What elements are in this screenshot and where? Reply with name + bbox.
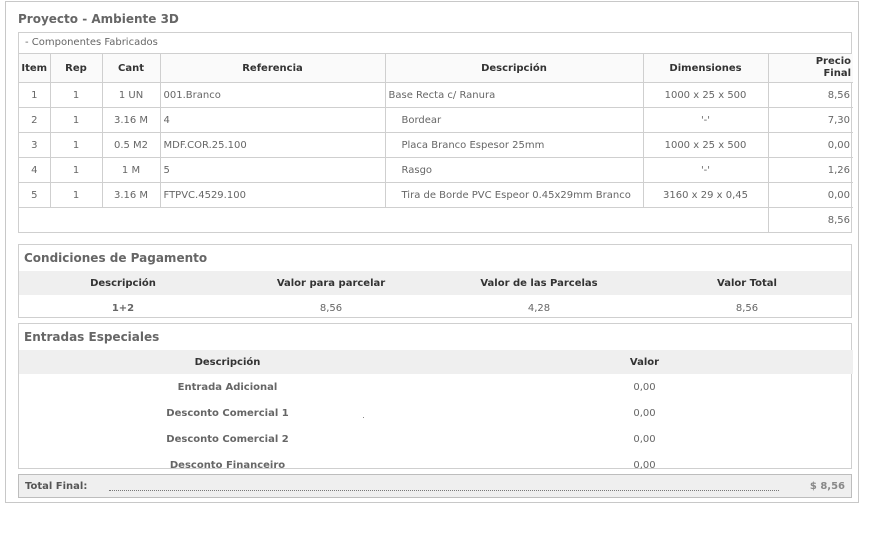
- special-desc: Desconto Comercial 1: [166, 407, 289, 419]
- cell-dim: '-': [642, 107, 769, 133]
- special-entries-panel: Entradas Especiales Descripción Valor En…: [18, 323, 853, 471]
- special-valor: 0,00: [633, 433, 656, 445]
- components-section-label[interactable]: - Componentes Fabricados: [19, 33, 851, 54]
- col-header-valor-total: Valor Total: [643, 271, 851, 295]
- table-row: 1+2 8,56 4,28 8,56: [19, 295, 851, 321]
- special-valor: 0,00: [633, 407, 656, 419]
- stray-dot: [363, 417, 364, 418]
- cell-cant: 3.16 M: [101, 182, 161, 208]
- cell-rep: 1: [49, 107, 103, 133]
- cell-cant: 1 M: [101, 157, 161, 183]
- table-header-row: Descripción Valor: [19, 350, 853, 374]
- table-row: Desconto Comercial 2 0,00: [19, 426, 853, 452]
- special-valor: 0,00: [633, 381, 656, 393]
- project-panel: Proyecto - Ambiente 3D - Componentes Fab…: [5, 1, 859, 503]
- payment-table: Descripción Valor para parcelar Valor de…: [19, 271, 851, 321]
- total-final-label: Total Final:: [25, 481, 88, 492]
- table-row: Entrada Adicional 0,00: [19, 374, 853, 400]
- cell-price: 0,00: [767, 182, 853, 208]
- cell-ref: 4: [159, 107, 386, 133]
- table-row: 2 1 3.16 M 4 Bordear '-' 7,30: [19, 107, 853, 133]
- cell-price: 7,30: [767, 107, 853, 133]
- cell-rep: 1: [49, 82, 103, 108]
- cell-price: 0,00: [767, 132, 853, 158]
- total-leader-dots: [109, 490, 779, 491]
- cell-desc: Placa Branco Espesor 25mm: [384, 132, 644, 158]
- col-header-descripcion: Descripción: [19, 271, 227, 295]
- col-header-referencia: Referencia: [159, 54, 386, 83]
- col-header-final: Final: [823, 68, 851, 79]
- cell-item: 3: [19, 132, 51, 158]
- components-total: 8,56: [767, 207, 853, 232]
- cell-item: 5: [19, 182, 51, 208]
- cell-cant: 3.16 M: [101, 107, 161, 133]
- special-desc: Desconto Comercial 2: [166, 433, 289, 445]
- components-table-panel: - Componentes Fabricados Item Rep Cant R…: [18, 32, 853, 233]
- cell-desc: Tira de Borde PVC Espeor 0.45x29mm Branc…: [384, 182, 644, 208]
- table-row: 4 1 1 M 5 Rasgo '-' 1,26: [19, 157, 853, 183]
- cell-item: 2: [19, 107, 51, 133]
- cell-rep: 1: [49, 182, 103, 208]
- payment-valor-parcelas: 4,28: [527, 302, 551, 314]
- payment-valor-parcelar: 8,56: [319, 302, 343, 314]
- cell-desc: Base Recta c/ Ranura: [384, 82, 644, 108]
- table-header-row: Descripción Valor para parcelar Valor de…: [19, 271, 851, 295]
- cell-cant: 1 UN: [101, 82, 161, 108]
- payment-valor-total: 8,56: [735, 302, 759, 314]
- cell-item: 1: [19, 82, 51, 108]
- cell-dim: '-': [642, 157, 769, 183]
- cell-item: 4: [19, 157, 51, 183]
- table-row: 1 1 1 UN 001.Branco Base Recta c/ Ranura…: [19, 82, 853, 108]
- cell-rep: 1: [49, 132, 103, 158]
- col-header-descripcion: Descripción: [19, 350, 436, 374]
- cell-desc: Rasgo: [384, 157, 644, 183]
- col-header-valor: Valor: [436, 350, 853, 374]
- cell-dim: 3160 x 29 x 0,45: [642, 182, 769, 208]
- col-header-rep: Rep: [49, 54, 103, 83]
- cell-cant: 0.5 M2: [101, 132, 161, 158]
- col-header-valor-parcelar: Valor para parcelar: [227, 271, 435, 295]
- project-title: Proyecto - Ambiente 3D: [18, 12, 179, 26]
- cell-dim: 1000 x 25 x 500: [642, 132, 769, 158]
- cell-ref: MDF.COR.25.100: [159, 132, 386, 158]
- payment-desc: 1+2: [111, 302, 135, 314]
- col-header-valor-parcelas: Valor de las Parcelas: [435, 271, 643, 295]
- col-header-precio: Precio: [815, 56, 851, 67]
- col-header-precio-final: Precio Final: [767, 54, 853, 83]
- cell-ref: FTPVC.4529.100: [159, 182, 386, 208]
- cell-dim: 1000 x 25 x 500: [642, 82, 769, 108]
- table-header-row: Item Rep Cant Referencia Descripción Dim…: [19, 54, 853, 83]
- table-total-row: 8,56: [19, 207, 853, 232]
- cell-ref: 001.Branco: [159, 82, 386, 108]
- table-row: 3 1 0.5 M2 MDF.COR.25.100 Placa Branco E…: [19, 132, 853, 158]
- cell-price: 1,26: [767, 157, 853, 183]
- col-header-item: Item: [19, 54, 51, 83]
- cell-ref: 5: [159, 157, 386, 183]
- special-desc: Entrada Adicional: [177, 381, 278, 393]
- total-final-bar: Total Final: $ 8,56: [18, 474, 852, 498]
- col-header-cant: Cant: [101, 54, 161, 83]
- payment-conditions-panel: Condiciones de Pagamento Descripción Val…: [18, 244, 852, 318]
- col-header-dimensiones: Dimensiones: [642, 54, 769, 83]
- table-row: Desconto Comercial 1 0,00: [19, 400, 853, 426]
- total-final-value: $ 8,56: [809, 481, 845, 492]
- cell-price: 8,56: [767, 82, 853, 108]
- col-header-descripcion: Descripción: [384, 54, 644, 83]
- special-entries-title: Entradas Especiales: [24, 330, 160, 344]
- components-table: Item Rep Cant Referencia Descripción Dim…: [19, 54, 853, 232]
- cell-desc: Bordear: [384, 107, 644, 133]
- payment-conditions-title: Condiciones de Pagamento: [24, 251, 208, 265]
- special-entries-table: Descripción Valor Entrada Adicional 0,00…: [19, 350, 853, 478]
- total-row-spacer: [19, 207, 769, 232]
- cell-rep: 1: [49, 157, 103, 183]
- table-row: 5 1 3.16 M FTPVC.4529.100 Tira de Borde …: [19, 182, 853, 208]
